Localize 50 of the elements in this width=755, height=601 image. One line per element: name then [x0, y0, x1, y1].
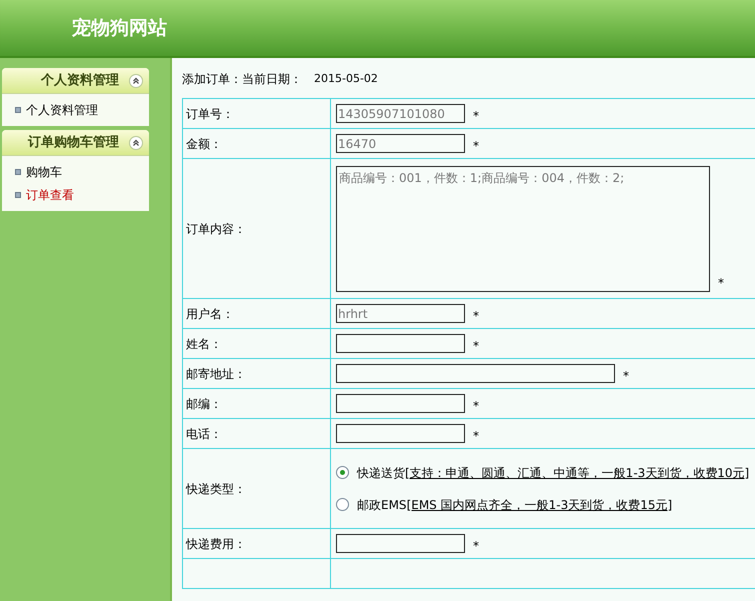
field-label: 金额： — [186, 136, 222, 150]
collapse-icon[interactable] — [129, 74, 143, 88]
field-label: 邮寄地址： — [186, 366, 246, 380]
bullet-icon — [15, 192, 21, 198]
required-mark: * — [473, 338, 479, 354]
required-mark: * — [718, 274, 724, 292]
order-content-field[interactable]: 商品编号：001，件数：1;商品编号：004，件数：2; — [336, 166, 710, 292]
field-label: 订单号： — [186, 106, 234, 120]
text-field[interactable] — [336, 394, 465, 413]
text-field[interactable] — [336, 334, 465, 353]
shipping-detail-link[interactable]: [支持：申通、圆通、汇通、中通等，一般1-3天到货，收费10元] — [405, 464, 750, 482]
radio-button[interactable] — [336, 498, 349, 511]
field-label: 快递费用： — [186, 536, 246, 550]
field-label: 订单内容： — [186, 222, 246, 236]
menu-header[interactable]: 订单购物车管理 — [2, 130, 149, 156]
date-label: 当前日期： — [242, 71, 302, 88]
radio-label: 邮政EMS — [357, 496, 407, 514]
menu-item[interactable]: 购物车 — [26, 163, 62, 181]
field-label: 邮编： — [186, 396, 222, 410]
text-field[interactable] — [336, 424, 465, 443]
text-field[interactable] — [336, 364, 615, 383]
text-field[interactable]: 16470 — [336, 134, 465, 153]
radio-label: 快递送货 — [357, 464, 405, 482]
required-mark: * — [473, 428, 479, 444]
field-label: 电话： — [186, 426, 222, 440]
text-field[interactable]: 14305907101080 — [336, 104, 465, 123]
page-heading: 添加订单： — [182, 71, 242, 88]
text-field[interactable] — [336, 534, 465, 553]
shipping-detail-link[interactable]: [EMS 国内网点齐全，一般1-3天到货，收费15元] — [406, 496, 672, 514]
required-mark: * — [473, 538, 479, 554]
required-mark: * — [473, 398, 479, 414]
field-label: 快递类型： — [186, 482, 246, 496]
radio-button[interactable] — [336, 466, 349, 479]
menu-title: 个人资料管理 — [41, 72, 119, 90]
site-title: 宠物狗网站 — [72, 16, 167, 41]
menu-header[interactable]: 个人资料管理 — [2, 68, 149, 94]
field-label: 用户名： — [186, 306, 234, 320]
current-date: 2015-05-02 — [314, 70, 378, 87]
bullet-icon — [15, 169, 21, 175]
required-mark: * — [473, 138, 479, 154]
bullet-icon — [15, 107, 21, 113]
text-field[interactable]: hrhrt — [336, 304, 465, 323]
required-mark: * — [473, 108, 479, 124]
menu-item[interactable]: 个人资料管理 — [26, 101, 98, 119]
menu-title: 订单购物车管理 — [28, 134, 119, 152]
required-mark: * — [623, 368, 629, 384]
field-label: 姓名： — [186, 336, 222, 350]
required-mark: * — [473, 308, 479, 324]
collapse-icon[interactable] — [129, 136, 143, 150]
menu-item[interactable]: 订单查看 — [26, 186, 74, 204]
